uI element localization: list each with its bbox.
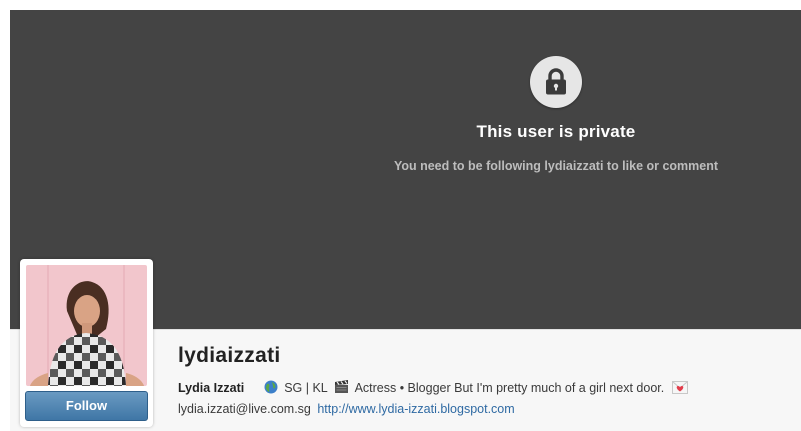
globe-emoji-icon: [264, 380, 278, 397]
profile-avatar[interactable]: [26, 265, 147, 386]
profile-page: This user is private You need to be foll…: [0, 0, 801, 431]
private-subtitle: You need to be following lydiaizzati to …: [393, 159, 719, 173]
love-letter-emoji-icon: [671, 381, 688, 397]
profile-website-link[interactable]: http://www.lydia-izzati.blogspot.com: [317, 402, 514, 416]
follow-button[interactable]: Follow: [25, 391, 148, 421]
lock-badge: [530, 56, 582, 108]
profile-full-name: Lydia Izzati: [178, 381, 245, 395]
avatar-photo: [26, 265, 147, 386]
bio-location: SG | KL: [284, 381, 328, 395]
lock-icon: [546, 68, 566, 95]
avatar-card: Follow: [20, 259, 153, 427]
profile-username: lydiaizzati: [178, 344, 281, 367]
profile-contact: lydia.izzati@live.com.sg http://www.lydi…: [178, 402, 515, 416]
bio-description: Actress • Blogger But I'm pretty much of…: [354, 381, 665, 395]
clapperboard-emoji-icon: [334, 380, 349, 397]
profile-email: lydia.izzati@live.com.sg: [178, 402, 311, 416]
profile-bio: Lydia Izzati SG | KL Actress • Blogger B…: [178, 380, 691, 397]
private-title: This user is private: [476, 122, 636, 141]
